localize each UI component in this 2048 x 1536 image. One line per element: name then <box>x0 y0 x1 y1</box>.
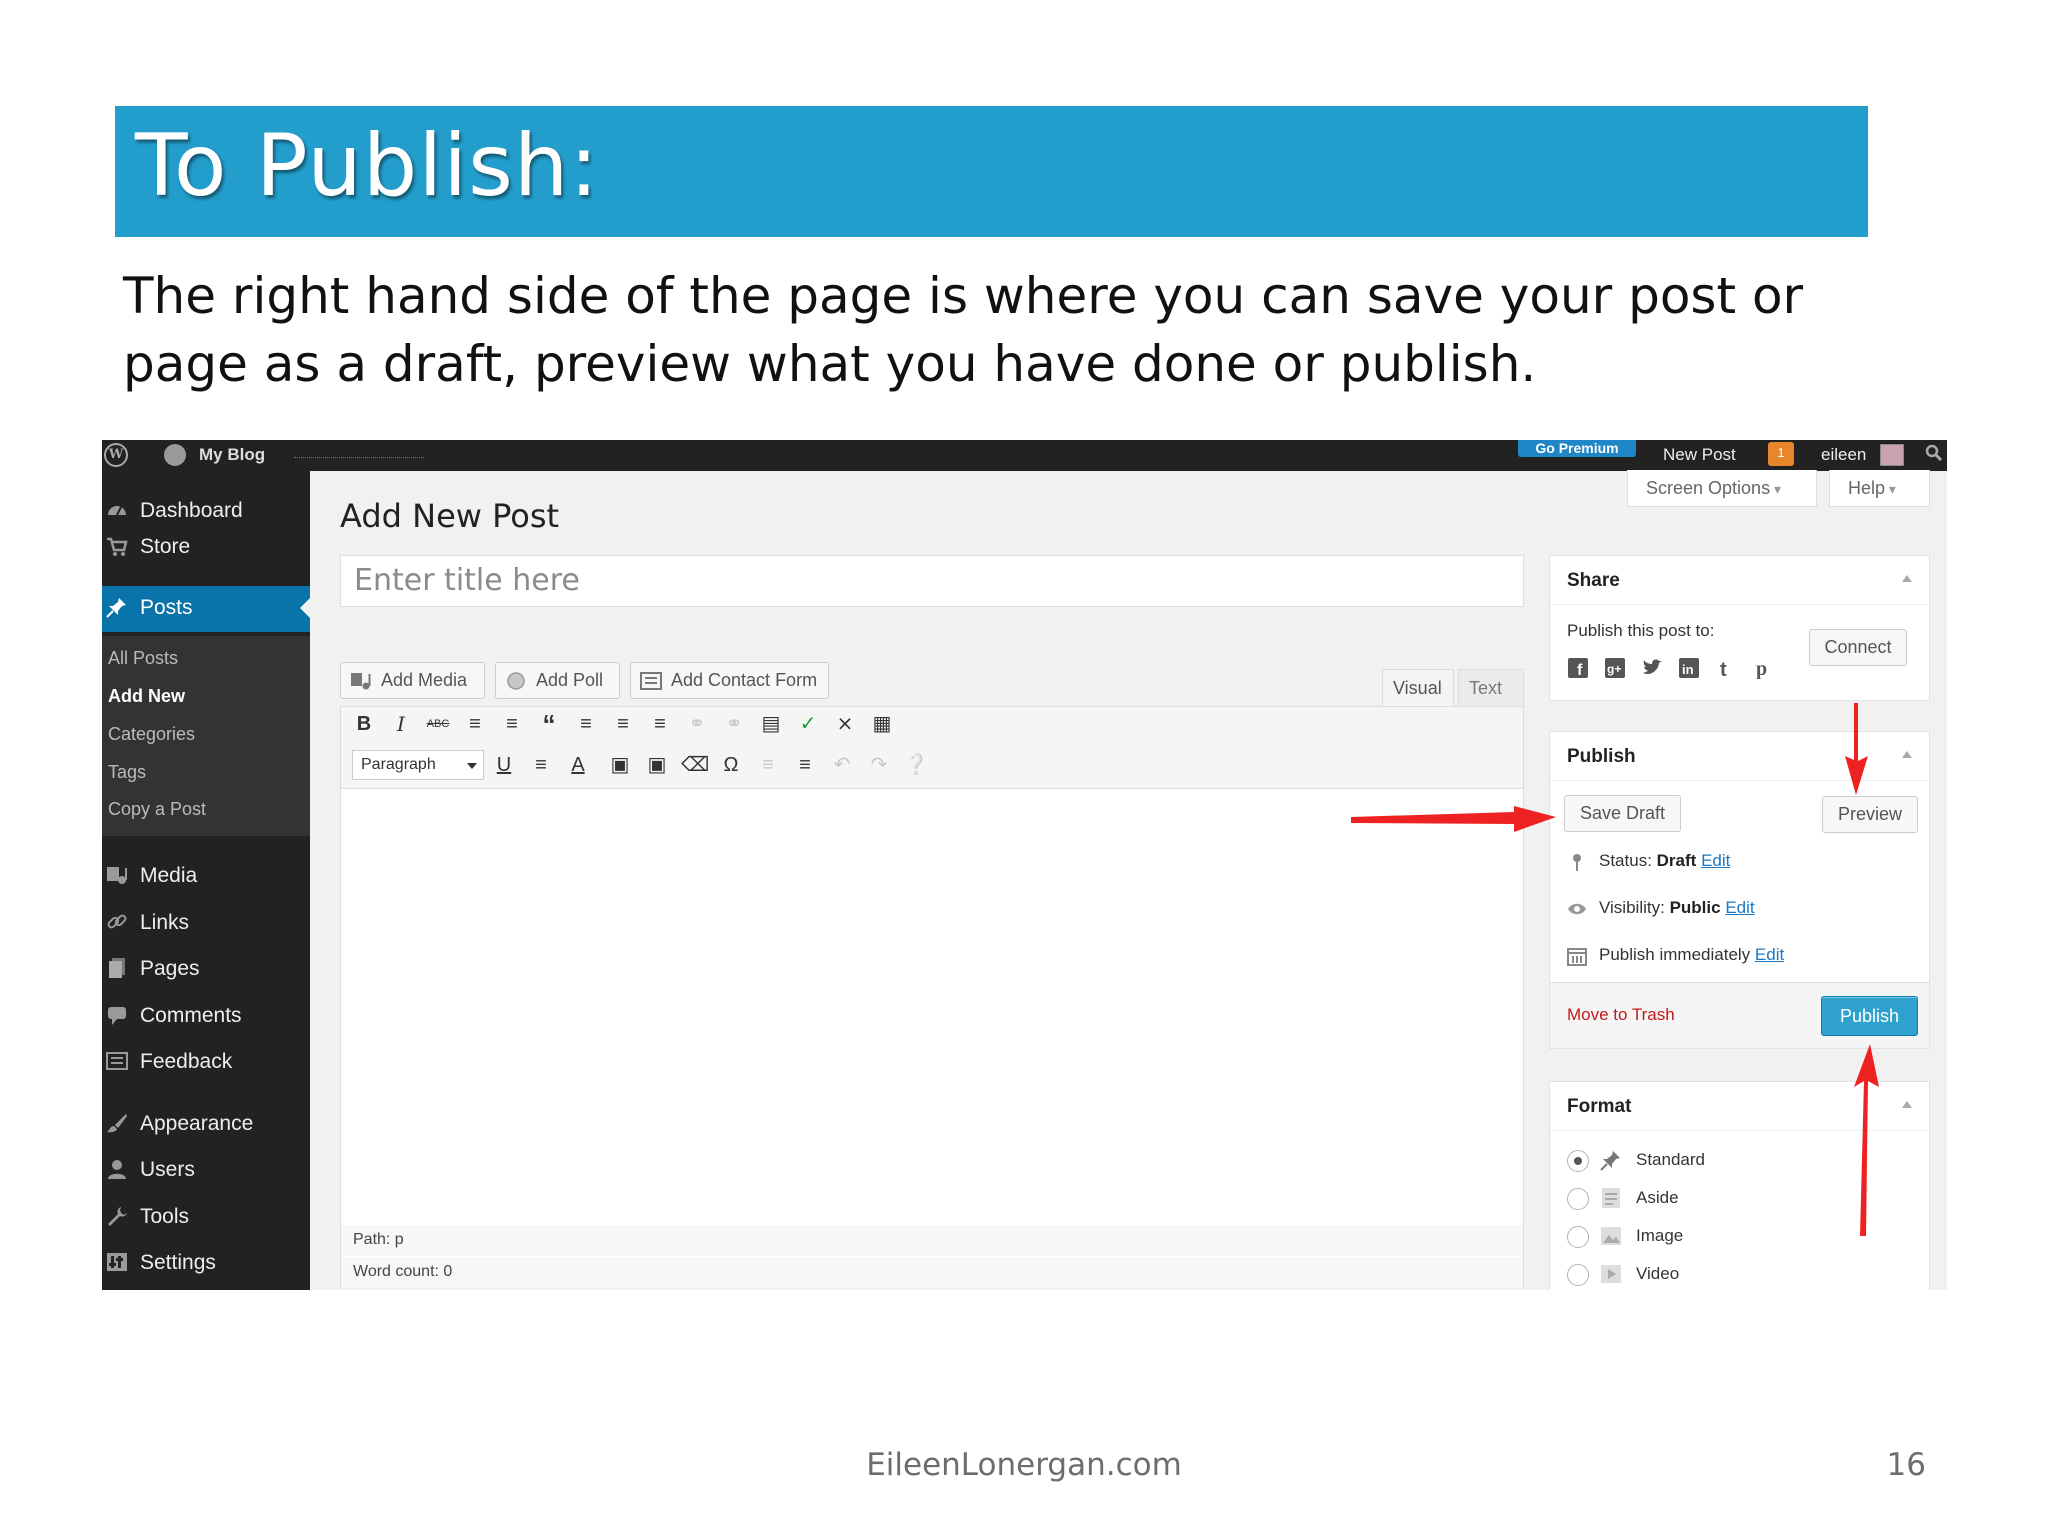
slide-number: 16 <box>1886 1447 1926 1483</box>
slide-footer: EileenLonergan.com <box>866 1447 1182 1483</box>
arrow-to-publish <box>1854 1044 1879 1236</box>
slide-title: To Publish: <box>135 116 600 216</box>
wordpress-screenshot: W My Blog Go Premium New Post 1 eileen D… <box>102 440 1947 1290</box>
slide-title-bar: To Publish: <box>115 106 1868 237</box>
arrow-to-save-draft <box>1351 806 1556 832</box>
annotation-arrows <box>1351 703 1879 1236</box>
slide-body-text: The right hand side of the page is where… <box>123 267 1804 393</box>
arrow-to-preview <box>1845 703 1868 795</box>
